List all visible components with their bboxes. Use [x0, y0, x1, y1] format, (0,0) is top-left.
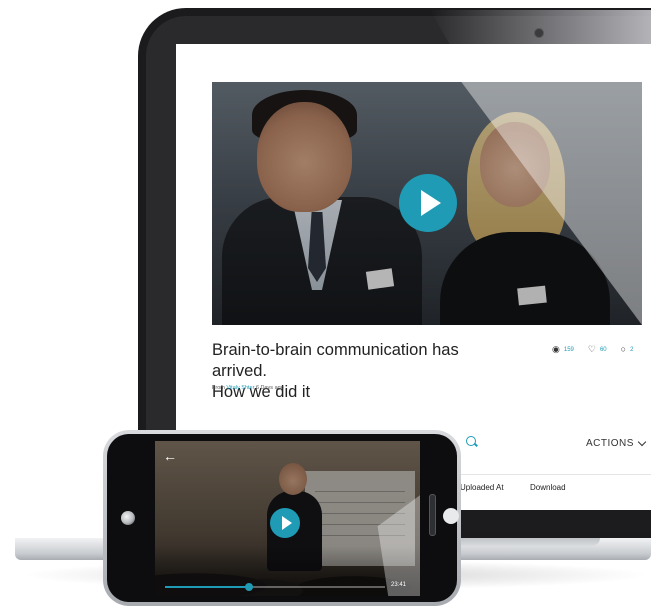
column-download[interactable]: Download [530, 483, 590, 492]
phone-camera-icon [121, 511, 135, 525]
play-icon [281, 516, 292, 530]
phone-play-button[interactable] [270, 508, 300, 538]
progress-bar[interactable] [165, 583, 385, 591]
phone-video-player[interactable]: ← 23:41 [155, 441, 420, 596]
chevron-down-icon [637, 437, 647, 447]
video-time: 23:41 [391, 582, 407, 588]
post-meta: From Vitaly Shter 6 Days ago [212, 385, 284, 391]
likes-count: 60 [599, 346, 607, 353]
views-count: 159 [563, 346, 574, 353]
actions-dropdown[interactable]: ACTIONS [586, 437, 647, 449]
post-stats: ◉ 159 ♡ 60 ○ 2 [552, 345, 633, 354]
column-uploaded-at[interactable]: Uploaded At [460, 483, 530, 492]
actions-label: ACTIONS [586, 438, 634, 449]
phone-home-button [429, 494, 436, 536]
post-title: Brain-to-brain communication has arrived… [212, 340, 512, 403]
laptop-camera-icon [534, 28, 544, 38]
eye-icon: ◉ [552, 344, 560, 354]
play-button[interactable] [399, 174, 457, 232]
video-player[interactable] [212, 82, 642, 325]
back-arrow-icon[interactable]: ← [163, 449, 177, 463]
comment-icon[interactable]: ○ [621, 345, 626, 354]
search-icon[interactable] [466, 436, 476, 446]
table-header: Uploaded At Download [456, 474, 651, 499]
post-age: 6 Days ago [255, 385, 284, 391]
play-icon [421, 190, 441, 216]
heart-icon[interactable]: ♡ [588, 345, 596, 354]
author-link[interactable]: Vitaly Shter [226, 385, 254, 391]
post-title-line1: Brain-to-brain communication has arrived… [212, 341, 459, 380]
meta-from: From [212, 385, 225, 391]
progress-knob[interactable] [244, 583, 253, 591]
progress-fill [165, 586, 249, 588]
phone-side-sensor [443, 508, 459, 524]
comments-count: 2 [630, 346, 634, 353]
